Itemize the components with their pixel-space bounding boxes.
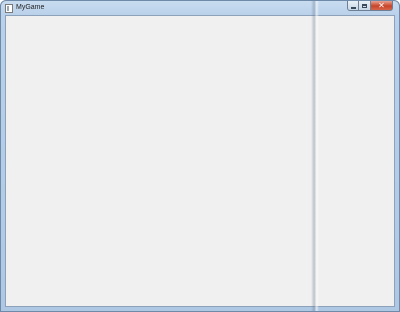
maximize-button[interactable] <box>359 1 371 11</box>
title-bar[interactable]: MyGame ✕ <box>1 1 399 15</box>
window-title: MyGame <box>16 4 45 11</box>
maximize-icon <box>362 3 367 8</box>
close-icon: ✕ <box>378 0 385 10</box>
minimize-button[interactable] <box>347 1 359 11</box>
close-button[interactable]: ✕ <box>371 1 393 11</box>
app-icon[interactable] <box>5 4 13 13</box>
game-client-area[interactable] <box>5 15 395 307</box>
minimize-icon <box>350 6 356 9</box>
game-window: MyGame ✕ <box>0 0 400 312</box>
window-controls: ✕ <box>347 1 393 12</box>
